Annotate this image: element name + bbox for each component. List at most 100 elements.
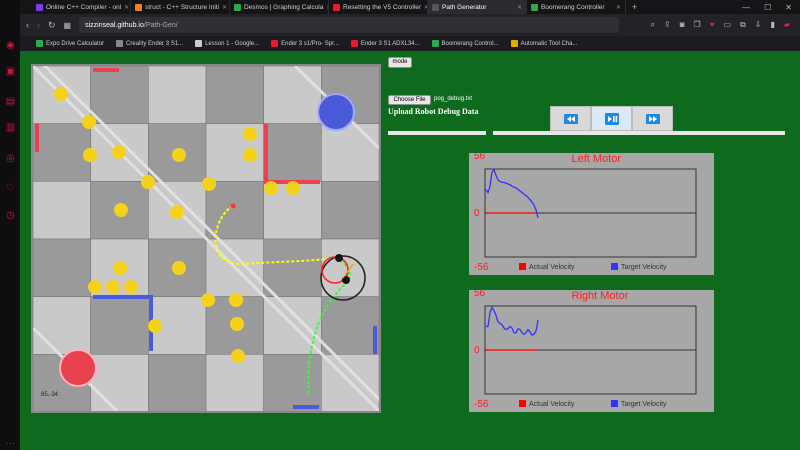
bookmark-item[interactable]: Boomerang Control...: [431, 40, 499, 47]
field-tile: [32, 296, 91, 355]
forward-icon[interactable]: ›: [37, 20, 40, 30]
tab-label: Boomerang Controller: [541, 3, 605, 11]
tab-3[interactable]: Desmos | Graphing Calcula✕: [230, 0, 329, 14]
tab-label: struct - C++ Structure Initi: [145, 3, 220, 11]
tab-strip: Online C++ Compiler - onl ✕ struct - C++ S…: [32, 0, 626, 14]
tab-label: Desmos | Graphing Calcula: [244, 3, 324, 11]
tab-5[interactable]: Path Generator ✕: [428, 0, 527, 14]
bookmark-favicon-icon: [36, 40, 43, 47]
triball: [54, 87, 68, 101]
instagram-icon[interactable]: ◎: [5, 153, 16, 164]
legend-label: Actual Velocity: [529, 401, 575, 408]
wallet-icon[interactable]: ▤: [5, 96, 16, 107]
legend-swatch: [519, 263, 526, 270]
close-window-icon[interactable]: ✕: [785, 3, 792, 12]
right-motor-chart: Right Motor 56 0 -56 Actual Velocity Target V…: [469, 288, 714, 412]
progress-bar-left[interactable]: [388, 131, 486, 135]
maximize-icon[interactable]: ☐: [764, 3, 771, 12]
bookmark-label: Lesson 1 - Google...: [205, 40, 260, 47]
messenger-icon[interactable]: ◉: [5, 40, 16, 51]
bookmark-item[interactable]: Ender 3 s1/Pro- Spr...: [271, 40, 339, 47]
left-motor-plot: Left Motor 56 0 -56 Actual Velocity Target Ve…: [474, 151, 697, 273]
play-pause-icon: [604, 112, 619, 125]
bag-icon[interactable]: ▣: [5, 66, 16, 77]
fast-forward-button[interactable]: [632, 106, 673, 131]
tab-2[interactable]: struct - C++ Structure Initi ✕: [131, 0, 230, 14]
legend-label: Target Velocity: [621, 264, 667, 271]
rewind-icon: [563, 113, 578, 124]
field-tile: [148, 65, 207, 124]
tab-favicon-icon: [333, 3, 340, 11]
field-tile: [90, 296, 149, 355]
triball: [106, 280, 120, 294]
field-view[interactable]: 85,-34: [31, 60, 385, 413]
minimize-icon[interactable]: —: [742, 3, 750, 12]
heart-icon[interactable]: ♥: [710, 20, 715, 30]
tab-1[interactable]: Online C++ Compiler - onl ✕: [32, 0, 131, 14]
bookmark-item[interactable]: Expo Drive Calculator: [36, 40, 104, 47]
bookmarks-bar: Expo Drive Calculator Creality Ender 3 S1…: [20, 36, 800, 51]
reload-icon[interactable]: ↻: [48, 20, 56, 31]
bookmark-favicon-icon: [271, 40, 279, 47]
back-icon[interactable]: ‹: [26, 20, 29, 30]
choose-file-button[interactable]: Choose File: [388, 95, 431, 105]
bookmark-favicon-icon: [116, 40, 124, 47]
field-tile: [321, 296, 380, 355]
field-tile: [32, 238, 91, 297]
bookmark-item[interactable]: Lesson 1 - Google...: [195, 40, 259, 47]
triball: [88, 280, 102, 294]
triball: [286, 181, 300, 195]
bookmark-item[interactable]: Ender 3 S1 ADXL34...: [350, 40, 420, 47]
wallet-icon[interactable]: ▭: [723, 20, 731, 30]
share-icon[interactable]: ⇪: [664, 20, 671, 30]
url-field[interactable]: sizzinseal.github.io/Path-Gen/: [79, 17, 620, 33]
triball: [230, 317, 244, 331]
playback-slider[interactable]: [493, 131, 785, 135]
field-tile: [90, 354, 149, 413]
battery-icon[interactable]: ▮: [770, 20, 774, 30]
y-tick-label: -56: [474, 399, 489, 410]
media-icon[interactable]: ▥: [5, 122, 16, 133]
triball: [114, 203, 128, 217]
rewind-button[interactable]: [550, 106, 591, 131]
download-icon[interactable]: ⇩: [755, 20, 762, 30]
bookmark-item[interactable]: Automatic Tool Cha...: [510, 40, 578, 47]
mode-button[interactable]: mode: [388, 57, 412, 68]
tab-label: Online C++ Compiler - onl: [46, 3, 122, 11]
tab-close-icon[interactable]: ✕: [222, 4, 227, 11]
camera-icon[interactable]: ◙: [680, 20, 685, 30]
copy-icon[interactable]: ⧉: [740, 20, 746, 30]
field-tile: [205, 181, 264, 240]
search-icon[interactable]: ⌕: [651, 20, 655, 30]
triball: [170, 205, 184, 219]
triball: [113, 261, 127, 275]
bookmark-label: Boomerang Control...: [441, 40, 499, 47]
legend-label: Target Velocity: [621, 401, 667, 408]
heart-icon[interactable]: ♡: [5, 183, 16, 194]
field-canvas[interactable]: 85,-34: [31, 60, 385, 413]
bookmark-favicon-icon: [510, 40, 518, 47]
triball: [229, 293, 243, 307]
new-tab-button[interactable]: +: [626, 2, 643, 12]
play-pause-button[interactable]: [591, 106, 632, 131]
legend-swatch: [519, 400, 526, 407]
triball: [201, 293, 215, 307]
bookmark-favicon-icon: [195, 40, 203, 47]
triball: [243, 148, 257, 162]
tab-4[interactable]: Resetting the V5 Controller✕: [329, 0, 428, 14]
speed-dial-icon[interactable]: ▦: [64, 21, 72, 30]
field-tile: [263, 238, 322, 297]
bookmark-label: Automatic Tool Cha...: [520, 40, 578, 47]
y-tick-label: 0: [474, 208, 480, 219]
triball: [112, 145, 126, 159]
tab-6[interactable]: Boomerang Controller ✕: [527, 0, 626, 14]
extension-icon[interactable]: ▰: [784, 20, 790, 30]
tab-close-icon[interactable]: ✕: [124, 4, 129, 11]
history-icon[interactable]: ◷: [5, 210, 16, 221]
triball: [231, 349, 245, 363]
tab-close-icon[interactable]: ✕: [517, 4, 522, 11]
bookmark-item[interactable]: Creality Ender 3 S1...: [116, 40, 183, 47]
cube-icon[interactable]: ❒: [694, 20, 701, 30]
more-icon[interactable]: …: [5, 436, 16, 447]
tab-close-icon[interactable]: ✕: [616, 4, 621, 11]
